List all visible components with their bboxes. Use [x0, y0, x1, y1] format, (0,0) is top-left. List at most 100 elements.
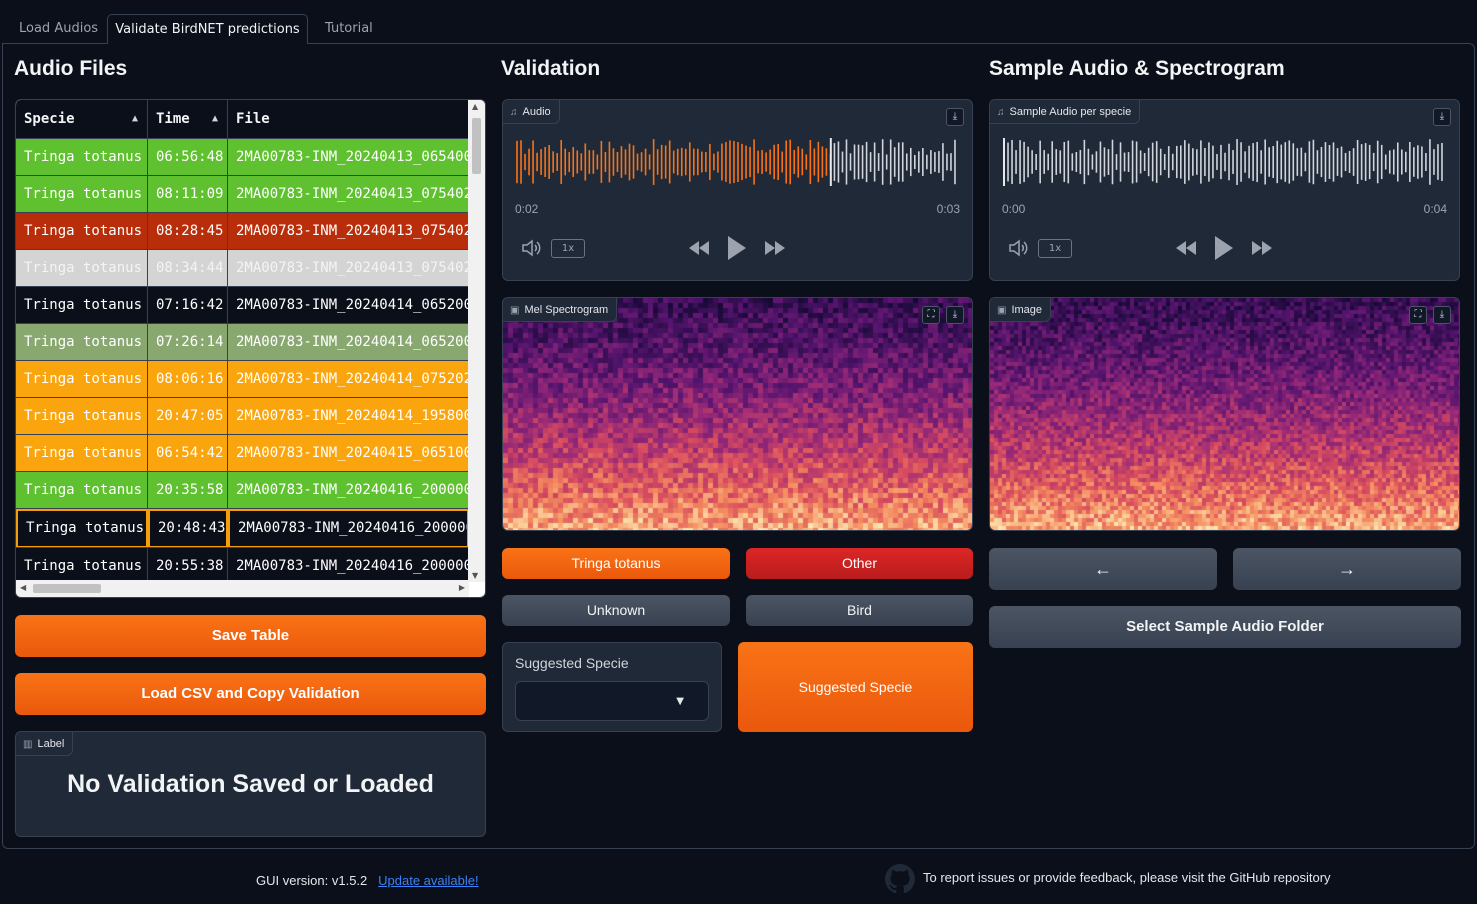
- music-note-icon: ♫: [510, 107, 518, 118]
- time-cell[interactable]: 07:26:14: [148, 324, 228, 360]
- header-file[interactable]: File: [228, 100, 469, 138]
- sort-asc-icon[interactable]: ▲: [132, 100, 138, 138]
- play-icon[interactable]: [1212, 234, 1236, 262]
- fast-forward-icon[interactable]: [1250, 239, 1274, 257]
- time-cell[interactable]: 08:28:45: [148, 213, 228, 249]
- time-cell[interactable]: 20:55:38: [148, 548, 228, 584]
- rewind-icon[interactable]: [1174, 239, 1198, 257]
- previous-sample-button[interactable]: ←: [989, 548, 1217, 590]
- specie-cell[interactable]: Tringa totanus: [16, 324, 148, 360]
- horizontal-scroll-thumb[interactable]: [33, 584, 101, 593]
- sample-audio-waveform[interactable]: [1002, 138, 1448, 186]
- scroll-down-icon[interactable]: ▼: [472, 571, 478, 580]
- vertical-scrollbar[interactable]: ▲ ▼: [468, 100, 485, 582]
- specie-cell[interactable]: Tringa totanus: [16, 250, 148, 286]
- specie-cell[interactable]: Tringa totanus: [16, 361, 148, 397]
- suggested-specie-select[interactable]: ▼: [515, 681, 709, 721]
- time-cell[interactable]: 08:06:16: [148, 361, 228, 397]
- table-row[interactable]: Tringa totanus 08:28:45 2MA00783-INM_20240…: [16, 212, 469, 249]
- table-row[interactable]: Tringa totanus 06:56:48 2MA00783-INM_20240…: [16, 138, 469, 175]
- download-icon[interactable]: ⤓: [1433, 306, 1451, 324]
- play-icon[interactable]: [725, 234, 749, 262]
- time-cell[interactable]: 06:56:48: [148, 139, 228, 175]
- volume-icon[interactable]: [1007, 239, 1031, 257]
- time-cell[interactable]: 06:54:42: [148, 435, 228, 471]
- bird-button[interactable]: Bird: [746, 595, 973, 626]
- table-row[interactable]: Tringa totanus 20:47:05 2MA00783-INM_20240…: [16, 397, 469, 434]
- file-cell[interactable]: 2MA00783-INM_20240414_195800: [228, 398, 469, 434]
- table-row[interactable]: Tringa totanus 07:26:14 2MA00783-INM_20240…: [16, 323, 469, 360]
- header-time[interactable]: Time ▲: [148, 100, 228, 138]
- save-table-button[interactable]: Save Table: [15, 615, 486, 657]
- scroll-left-icon[interactable]: ◀: [20, 583, 26, 592]
- table-row[interactable]: Tringa totanus 08:06:16 2MA00783-INM_20240…: [16, 360, 469, 397]
- download-icon[interactable]: ⤓: [1433, 108, 1451, 126]
- suggested-specie-button[interactable]: Suggested Specie: [738, 642, 973, 732]
- volume-icon[interactable]: [520, 239, 544, 257]
- rewind-icon[interactable]: [687, 239, 711, 257]
- tab-tutorial[interactable]: Tutorial: [311, 14, 387, 44]
- specie-cell[interactable]: Tringa totanus: [16, 287, 148, 323]
- specie-cell[interactable]: Tringa totanus: [16, 398, 148, 434]
- table-row[interactable]: Tringa totanus 20:48:43 2MA00783-INM_20240…: [16, 508, 469, 548]
- scroll-up-icon[interactable]: ▲: [472, 102, 478, 111]
- file-cell[interactable]: 2MA00783-INM_20240416_200000: [228, 509, 469, 548]
- unknown-button[interactable]: Unknown: [502, 595, 730, 626]
- specie-cell[interactable]: Tringa totanus: [16, 509, 148, 548]
- fast-forward-icon[interactable]: [763, 239, 787, 257]
- table-row[interactable]: Tringa totanus 07:16:42 2MA00783-INM_20240…: [16, 286, 469, 323]
- time-cell[interactable]: 08:11:09: [148, 176, 228, 212]
- file-cell[interactable]: 2MA00783-INM_20240413_075402: [228, 250, 469, 286]
- horizontal-scrollbar[interactable]: ◀ ▶: [16, 580, 469, 597]
- table-row[interactable]: Tringa totanus 20:35:58 2MA00783-INM_20240…: [16, 471, 469, 508]
- time-cell[interactable]: 20:47:05: [148, 398, 228, 434]
- tab-validate-predictions[interactable]: Validate BirdNET predictions: [107, 14, 308, 44]
- playback-rate-button[interactable]: 1x: [551, 239, 585, 258]
- table-row[interactable]: Tringa totanus 08:11:09 2MA00783-INM_20240…: [16, 175, 469, 212]
- file-cell[interactable]: 2MA00783-INM_20240413_075402: [228, 176, 469, 212]
- time-cell[interactable]: 20:35:58: [148, 472, 228, 508]
- vertical-scroll-thumb[interactable]: [472, 118, 481, 174]
- specie-cell[interactable]: Tringa totanus: [16, 548, 148, 584]
- chevron-down-icon[interactable]: ▼: [676, 696, 684, 707]
- specie-cell[interactable]: Tringa totanus: [16, 213, 148, 249]
- table-row[interactable]: Tringa totanus 06:54:42 2MA00783-INM_20240…: [16, 434, 469, 471]
- next-sample-button[interactable]: →: [1233, 548, 1461, 590]
- fullscreen-icon[interactable]: ⛶: [922, 306, 940, 324]
- audio-waveform[interactable]: [515, 138, 961, 186]
- time-cell[interactable]: 07:16:42: [148, 287, 228, 323]
- select-sample-folder-button[interactable]: Select Sample Audio Folder: [989, 606, 1461, 648]
- table-row[interactable]: Tringa totanus 20:55:38 2MA00783-INM_20240…: [16, 547, 469, 584]
- time-cell[interactable]: 08:34:44: [148, 250, 228, 286]
- tab-load-audios[interactable]: Load Audios: [5, 14, 112, 44]
- header-specie[interactable]: Specie ▲: [16, 100, 148, 138]
- sample-audio-current-time: 0:00: [1002, 202, 1026, 216]
- sort-asc-icon[interactable]: ▲: [212, 100, 218, 138]
- file-cell[interactable]: 2MA00783-INM_20240414_065200: [228, 324, 469, 360]
- github-icon[interactable]: [885, 864, 915, 894]
- file-cell[interactable]: 2MA00783-INM_20240413_065400: [228, 139, 469, 175]
- load-csv-button[interactable]: Load CSV and Copy Validation: [15, 673, 486, 715]
- other-button[interactable]: Other: [746, 548, 973, 579]
- file-cell[interactable]: 2MA00783-INM_20240413_075402: [228, 213, 469, 249]
- specie-cell[interactable]: Tringa totanus: [16, 139, 148, 175]
- specie-cell[interactable]: Tringa totanus: [16, 472, 148, 508]
- file-cell[interactable]: 2MA00783-INM_20240414_065200: [228, 287, 469, 323]
- download-icon[interactable]: ⤓: [946, 306, 964, 324]
- validation-title: Validation: [501, 57, 601, 80]
- species-validate-button[interactable]: Tringa totanus: [502, 548, 730, 579]
- file-cell[interactable]: 2MA00783-INM_20240416_200000: [228, 548, 469, 584]
- table-row[interactable]: Tringa totanus 08:34:44 2MA00783-INM_20240…: [16, 249, 469, 286]
- playback-rate-button[interactable]: 1x: [1038, 239, 1072, 258]
- update-link[interactable]: Update available!: [378, 873, 478, 888]
- file-cell[interactable]: 2MA00783-INM_20240414_075202: [228, 361, 469, 397]
- fullscreen-icon[interactable]: ⛶: [1409, 306, 1427, 324]
- file-cell[interactable]: 2MA00783-INM_20240416_200000: [228, 472, 469, 508]
- scroll-right-icon[interactable]: ▶: [459, 583, 465, 592]
- specie-cell[interactable]: Tringa totanus: [16, 435, 148, 471]
- audio-files-table[interactable]: Specie ▲ Time ▲ File Tringa totanus 06:56:4…: [15, 99, 486, 598]
- time-cell[interactable]: 20:48:43: [148, 509, 228, 548]
- file-cell[interactable]: 2MA00783-INM_20240415_065100: [228, 435, 469, 471]
- download-icon[interactable]: ⤓: [946, 108, 964, 126]
- specie-cell[interactable]: Tringa totanus: [16, 176, 148, 212]
